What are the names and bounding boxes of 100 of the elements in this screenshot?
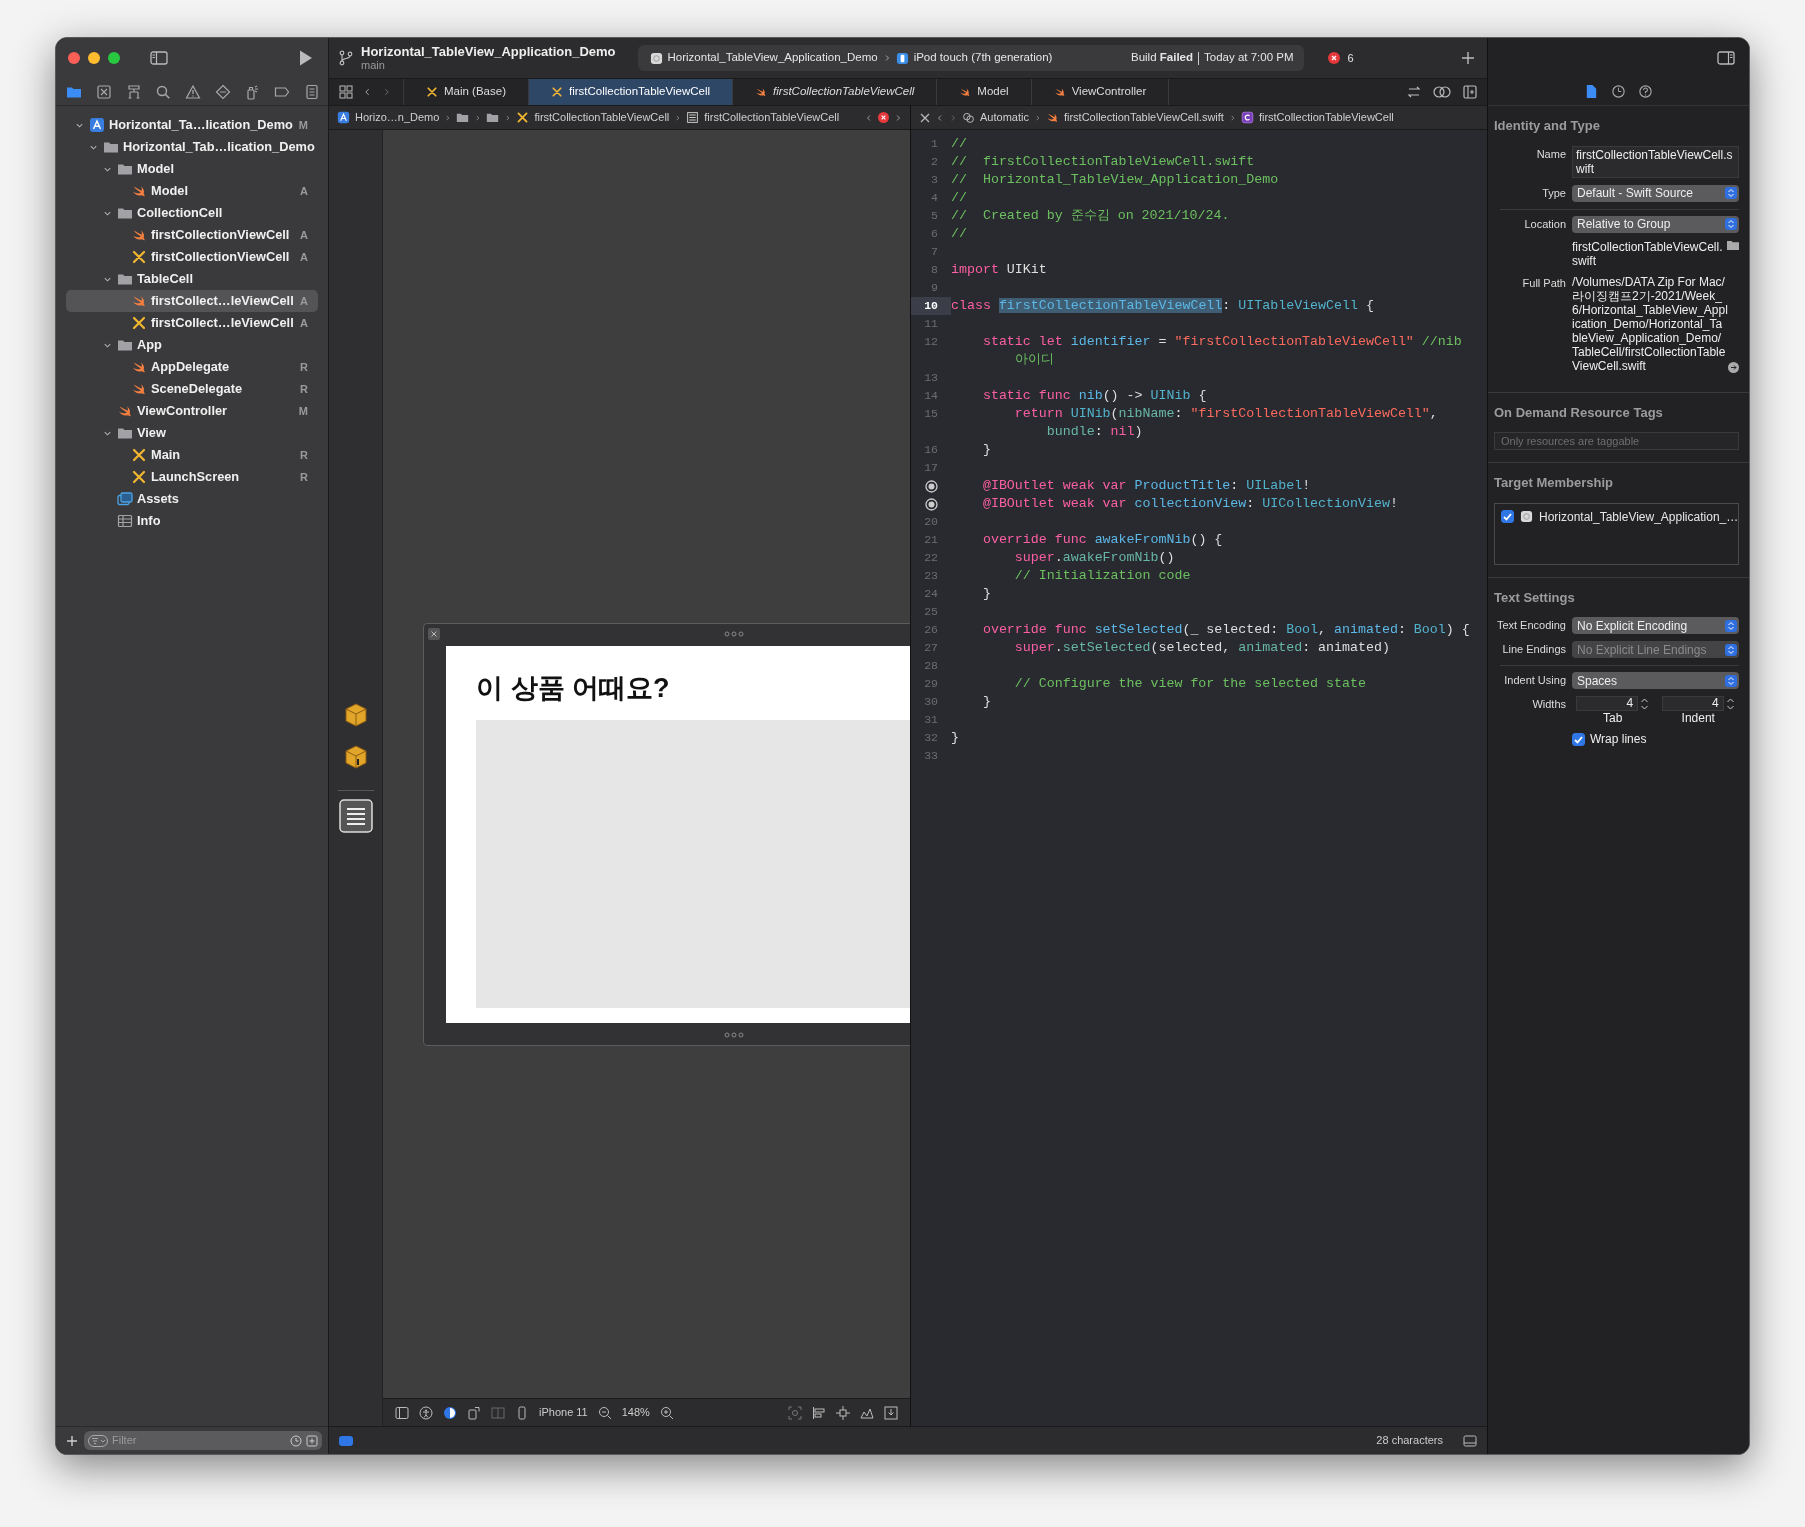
folder-icon[interactable] bbox=[1727, 239, 1739, 250]
stepper-icon[interactable] bbox=[1725, 696, 1735, 711]
warning-icon[interactable] bbox=[185, 83, 201, 100]
diamond-icon[interactable] bbox=[214, 83, 231, 100]
device-selector[interactable]: iPhone 11 bbox=[539, 1404, 588, 1421]
zoom-out-icon[interactable] bbox=[597, 1405, 612, 1420]
file-tree-row[interactable]: ViewController M bbox=[66, 400, 318, 422]
search-icon[interactable] bbox=[155, 83, 172, 100]
zoom-button[interactable] bbox=[108, 52, 120, 64]
file-tree-row[interactable]: Assets bbox=[66, 488, 318, 510]
number-field[interactable]: 4 bbox=[1661, 696, 1724, 711]
path-item[interactable]: firstCollectionTableViewCell bbox=[534, 109, 670, 126]
align-icon[interactable] bbox=[812, 1405, 826, 1420]
scheme-name[interactable]: Horizontal_TableView_Application_Demo bbox=[667, 49, 878, 67]
file-tree-row[interactable]: App bbox=[66, 334, 318, 356]
file-tree-row[interactable]: AppDelegate R bbox=[66, 356, 318, 378]
file-tree-row[interactable]: firstCollect…leViewCell A bbox=[66, 312, 318, 334]
add-editor-icon[interactable] bbox=[1463, 85, 1477, 99]
add-icon[interactable] bbox=[1461, 51, 1475, 65]
file-tree-row[interactable]: SceneDelegate R bbox=[66, 378, 318, 400]
handle-icon[interactable] bbox=[724, 1032, 744, 1038]
phone-icon[interactable] bbox=[515, 1405, 529, 1420]
rotate-icon[interactable] bbox=[467, 1405, 481, 1420]
sidebar-toggle-icon[interactable] bbox=[150, 50, 168, 66]
overlap-circles-icon[interactable] bbox=[1433, 85, 1451, 99]
path-item[interactable]: Horizo…n_Demo bbox=[355, 109, 440, 126]
panel-icon[interactable] bbox=[395, 1405, 409, 1420]
path-item[interactable]: firstCollectionTableViewCell bbox=[704, 109, 840, 126]
file-tree-row[interactable]: firstCollect…leViewCell A bbox=[66, 290, 318, 312]
name-field[interactable]: firstCollectionTableViewCell.swift bbox=[1572, 145, 1739, 178]
clock-icon[interactable] bbox=[1611, 84, 1626, 99]
pin-icon[interactable] bbox=[836, 1405, 850, 1420]
file-tree-row[interactable]: firstCollectionViewCell A bbox=[66, 246, 318, 268]
device-name[interactable]: iPod touch (7th generation) bbox=[913, 49, 1053, 67]
play-icon[interactable] bbox=[298, 49, 314, 67]
path-item[interactable]: firstCollectionTableViewCell bbox=[1258, 109, 1394, 126]
add-icon[interactable] bbox=[66, 1434, 78, 1447]
cube-icon[interactable] bbox=[342, 702, 369, 728]
editor-tab[interactable]: ViewController bbox=[1031, 79, 1170, 105]
file-tree-row[interactable]: Info bbox=[66, 510, 318, 532]
reveal-arrow-icon[interactable] bbox=[1728, 361, 1739, 373]
stepper-icon[interactable] bbox=[1640, 696, 1650, 711]
panel-toggle-icon[interactable] bbox=[1463, 1434, 1477, 1447]
cube-icon[interactable] bbox=[342, 744, 369, 770]
editor-tab[interactable]: firstCollectionTableViewCell bbox=[733, 79, 938, 105]
embed-icon[interactable] bbox=[884, 1405, 898, 1420]
report-icon[interactable] bbox=[304, 83, 320, 100]
help-icon[interactable] bbox=[1638, 84, 1653, 99]
editor-tab[interactable]: Model bbox=[937, 79, 1032, 105]
inspector-toggle-icon[interactable] bbox=[1717, 50, 1735, 66]
file-tree-row[interactable]: CollectionCell bbox=[66, 202, 318, 224]
file-tree-row[interactable]: Horizontal_Ta…lication_Demo M bbox=[66, 114, 318, 136]
outlet-circle-icon[interactable] bbox=[925, 479, 938, 493]
checkbox[interactable] bbox=[1501, 510, 1514, 523]
outlet-circle-icon[interactable] bbox=[925, 497, 938, 511]
zoom-in-icon[interactable] bbox=[659, 1405, 674, 1420]
file-tree-row[interactable]: TableCell bbox=[66, 268, 318, 290]
filter-field[interactable]: Filter bbox=[84, 1431, 322, 1450]
checkbox[interactable] bbox=[1572, 732, 1585, 746]
path-item[interactable]: firstCollectionTableViewCell.swift bbox=[1063, 109, 1224, 126]
folder-icon[interactable] bbox=[486, 111, 500, 124]
handle-icon[interactable] bbox=[724, 631, 744, 637]
close-icon[interactable] bbox=[919, 111, 931, 124]
filter-input[interactable]: Filter bbox=[112, 1432, 286, 1449]
zoom-level[interactable]: 148% bbox=[621, 1404, 650, 1421]
update-frames-icon[interactable] bbox=[788, 1405, 802, 1420]
list-view-icon[interactable] bbox=[338, 799, 373, 833]
swap-arrows-icon[interactable] bbox=[1407, 85, 1421, 99]
close-icon[interactable] bbox=[428, 628, 440, 640]
error-icon[interactable] bbox=[878, 112, 889, 123]
minimize-button[interactable] bbox=[88, 52, 100, 64]
popup-button[interactable]: Spaces bbox=[1572, 672, 1739, 689]
x-box-icon[interactable] bbox=[95, 83, 112, 100]
close-button[interactable] bbox=[68, 52, 80, 64]
editor-tab[interactable]: firstCollectionTableViewCell bbox=[529, 79, 734, 105]
file-tree-row[interactable]: Model bbox=[66, 158, 318, 180]
popup-button[interactable]: No Explicit Encoding bbox=[1572, 617, 1739, 634]
hierarchy-icon[interactable] bbox=[125, 83, 142, 100]
clock-icon[interactable] bbox=[290, 1434, 302, 1447]
popup-button[interactable]: Default - Swift Source bbox=[1572, 184, 1739, 202]
box-icon[interactable] bbox=[306, 1434, 318, 1447]
accessibility-icon[interactable] bbox=[419, 1405, 433, 1420]
popup-button[interactable]: Relative to Group bbox=[1572, 215, 1739, 233]
tags-field[interactable]: Only resources are taggable bbox=[1494, 432, 1739, 450]
file-tree-row[interactable]: Main R bbox=[66, 444, 318, 466]
file-tree-row[interactable]: Horizontal_Tab…lication_Demo bbox=[66, 136, 318, 158]
debug-area-icon[interactable] bbox=[339, 1435, 353, 1446]
folder-icon[interactable] bbox=[456, 111, 470, 124]
path-item[interactable]: Automatic bbox=[980, 109, 1029, 126]
spray-icon[interactable] bbox=[244, 83, 261, 100]
file-icon[interactable] bbox=[1584, 84, 1599, 99]
error-icon[interactable] bbox=[1327, 52, 1340, 64]
grid-icon[interactable] bbox=[339, 85, 353, 99]
file-tree-row[interactable]: LaunchScreen R bbox=[66, 466, 318, 488]
appearance-icon[interactable] bbox=[443, 1405, 457, 1420]
relative-path: firstCollectionTableViewCell.swift bbox=[1572, 239, 1724, 268]
number-field[interactable]: 4 bbox=[1576, 696, 1639, 711]
file-tree-row[interactable]: Model A bbox=[66, 180, 318, 202]
file-tree-row[interactable]: View bbox=[66, 422, 318, 444]
file-tree-row[interactable]: firstCollectionViewCell A bbox=[66, 224, 318, 246]
